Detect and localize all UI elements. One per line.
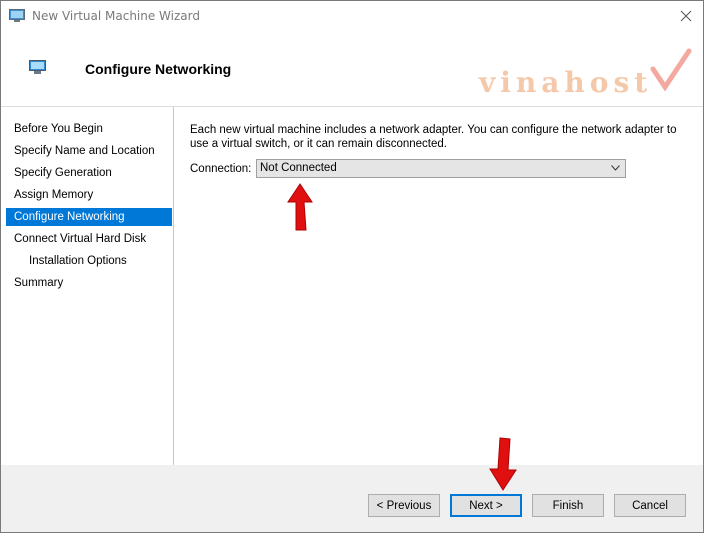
page-title: Configure Networking bbox=[85, 61, 232, 77]
nav-item-connect-virtual-hard-disk[interactable]: Connect Virtual Hard Disk bbox=[6, 230, 172, 248]
nav-item-configure-networking[interactable]: Configure Networking bbox=[6, 208, 172, 226]
checkmark-icon bbox=[650, 48, 692, 91]
wizard-steps-nav: Before You Begin Specify Name and Locati… bbox=[1, 107, 174, 465]
nav-item-summary[interactable]: Summary bbox=[6, 274, 172, 292]
window-title: New Virtual Machine Wizard bbox=[32, 9, 200, 23]
finish-button[interactable]: Finish bbox=[532, 494, 604, 517]
page-header: Configure Networking vinahost bbox=[1, 31, 703, 107]
chevron-down-icon bbox=[611, 165, 620, 171]
description-text: Each new virtual machine includes a netw… bbox=[190, 124, 677, 150]
watermark-logo: vinahost bbox=[479, 47, 694, 97]
close-button[interactable] bbox=[669, 1, 703, 31]
button-bar: < Previous Next > Finish Cancel bbox=[1, 465, 703, 532]
connection-label: Connection: bbox=[190, 163, 252, 175]
nav-item-specify-name-location[interactable]: Specify Name and Location bbox=[6, 142, 172, 160]
watermark-text: vinahost bbox=[479, 66, 653, 99]
nav-item-before-you-begin[interactable]: Before You Begin bbox=[6, 120, 172, 138]
close-icon bbox=[680, 10, 692, 22]
title-bar: New Virtual Machine Wizard bbox=[1, 1, 703, 31]
annotation-arrow-down-icon bbox=[489, 437, 517, 491]
vm-wizard-icon bbox=[9, 9, 25, 22]
cancel-button[interactable]: Cancel bbox=[614, 494, 686, 517]
content-panel: Each new virtual machine includes a netw… bbox=[174, 107, 703, 465]
network-adapter-icon bbox=[29, 60, 46, 74]
wizard-window: New Virtual Machine Wizard Configure Net… bbox=[0, 0, 704, 533]
previous-button[interactable]: < Previous bbox=[368, 494, 440, 517]
connection-dropdown[interactable]: Not Connected bbox=[256, 159, 626, 178]
annotation-arrow-up-icon bbox=[287, 183, 313, 231]
connection-selected-value: Not Connected bbox=[260, 162, 337, 174]
nav-item-installation-options[interactable]: Installation Options bbox=[6, 252, 172, 270]
nav-item-assign-memory[interactable]: Assign Memory bbox=[6, 186, 172, 204]
nav-item-specify-generation[interactable]: Specify Generation bbox=[6, 164, 172, 182]
next-button[interactable]: Next > bbox=[450, 494, 522, 517]
